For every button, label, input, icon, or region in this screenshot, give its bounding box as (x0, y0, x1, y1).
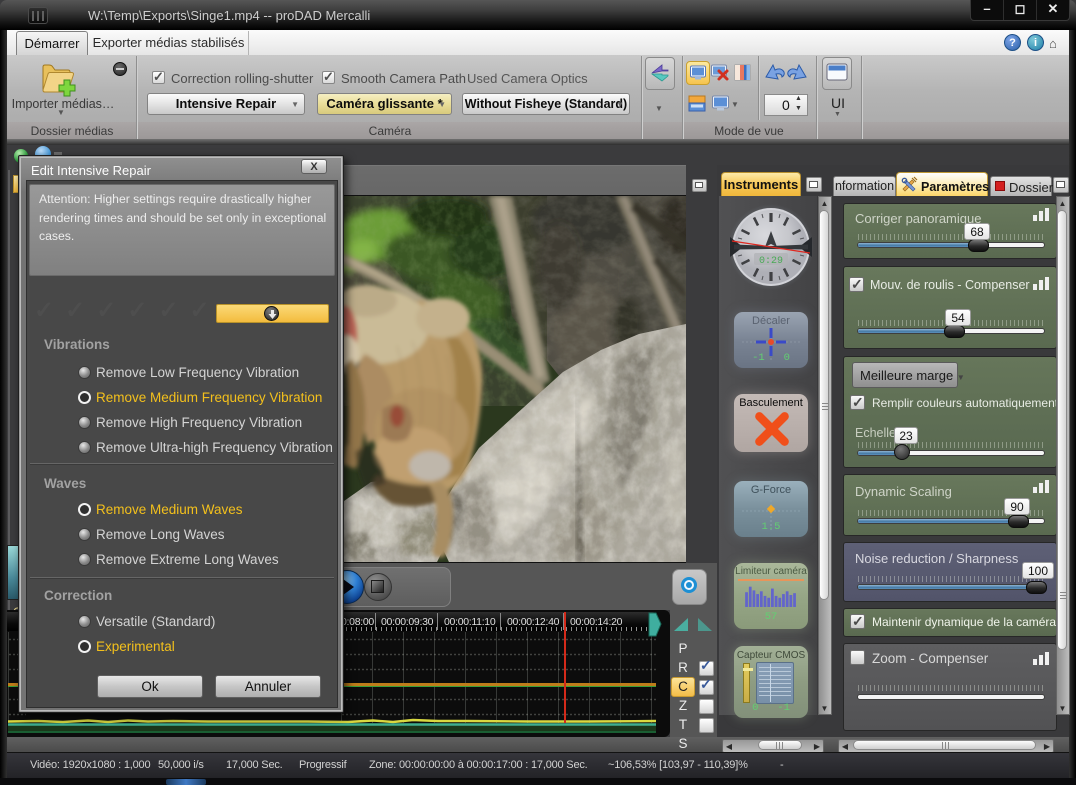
svg-text:0:29: 0:29 (759, 256, 783, 267)
